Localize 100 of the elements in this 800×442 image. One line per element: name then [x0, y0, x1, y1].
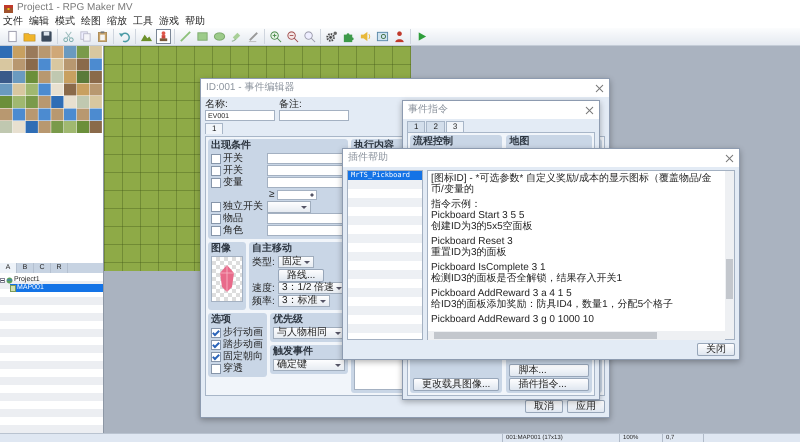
tab[interactable]: 1	[407, 121, 426, 132]
checkbox[interactable]	[211, 352, 221, 362]
help-text-line: Pickboard Start 3 5 5	[431, 210, 524, 221]
checkbox-label: 踏步动画	[223, 339, 263, 350]
group-title: 选项	[211, 314, 232, 326]
field-label: 备注:	[279, 99, 303, 110]
checkbox[interactable]	[211, 226, 221, 236]
tab[interactable]: 3	[446, 121, 464, 132]
menu-item[interactable]: 模式	[55, 16, 75, 28]
menu-item[interactable]: 编辑	[29, 16, 49, 28]
help-text-line: 创建ID为3的5x5空面板	[431, 221, 534, 232]
condition-dropdown[interactable]	[267, 200, 311, 212]
command-button[interactable]: 脚本...	[509, 364, 589, 377]
checkbox-label: 开关	[223, 165, 244, 176]
checkbox-label: 独立开关	[223, 201, 264, 212]
zoom-out-icon[interactable]	[285, 29, 300, 44]
help-text-line: [图标ID] - *可选参数* 自定义奖励/成本的显示图标（覆盖物品/金币/变量的	[431, 173, 713, 195]
help-text-line: Pickboard Reset 3	[431, 236, 514, 247]
checkbox[interactable]	[211, 340, 221, 350]
condition-field[interactable]	[267, 225, 345, 236]
checkbox[interactable]	[211, 154, 221, 164]
group-title: 自主移动	[252, 243, 292, 255]
map-page-icon	[10, 284, 16, 292]
condition-field[interactable]	[267, 165, 345, 176]
checkbox[interactable]	[211, 166, 221, 176]
menu-item[interactable]: 帮助	[185, 16, 205, 28]
group-title: 优先级	[273, 314, 304, 326]
app-icon	[3, 2, 14, 14]
menu-item[interactable]: 绘图	[81, 16, 101, 28]
checkbox[interactable]	[211, 214, 221, 224]
menu-item[interactable]: 工具	[133, 16, 153, 28]
tileset-drawing[interactable]	[0, 46, 103, 134]
copy-icon[interactable]	[78, 29, 93, 44]
menu-item[interactable]: 缩放	[107, 16, 127, 28]
collapse-toggle[interactable]	[0, 278, 5, 282]
app-title: Project1 - RPG Maker MV	[17, 2, 133, 14]
checkbox[interactable]	[211, 364, 221, 374]
help-text-line: Pickboard AddReward 3 g 0 1000 10	[431, 314, 595, 325]
window-title: 事件指令	[408, 104, 448, 116]
scissors-icon[interactable]	[61, 29, 76, 44]
condition-field[interactable]	[267, 153, 345, 164]
help-text-line: 给ID3的面板添加奖励：防具ID4，数量1，分配5个格子	[431, 299, 674, 310]
condition-field[interactable]	[267, 213, 345, 224]
field-label: 频率:	[252, 296, 276, 306]
magnifier-icon[interactable]	[302, 29, 317, 44]
help-text-line: 检测ID3的面板是否全解锁，结果存入开关1	[431, 273, 624, 284]
close-icon[interactable]	[595, 84, 604, 92]
checkbox-label: 开关	[223, 153, 244, 164]
checkbox[interactable]	[211, 328, 221, 338]
checkbox[interactable]	[211, 202, 221, 212]
tab[interactable]: 2	[426, 121, 445, 132]
dialog-button[interactable]: 应用	[567, 400, 605, 413]
help-text-line: 重置ID为3的面板	[431, 247, 508, 258]
group-title: 触发事件	[273, 346, 314, 358]
window-title: 插件帮助	[348, 152, 388, 164]
pencil-icon[interactable]	[178, 29, 193, 44]
help-text-line: Pickboard IsComplete 3 1	[431, 262, 547, 273]
frequency-dropdown[interactable]: 3：标准	[278, 295, 330, 307]
picture-magnifier-icon[interactable]	[375, 29, 390, 44]
clipboard-icon[interactable]	[95, 29, 110, 44]
checkbox-label: 物品	[223, 213, 244, 224]
group-title: 图像	[211, 243, 232, 255]
window-title: ID:001 - 事件编辑器	[206, 82, 294, 94]
menu-item[interactable]: 文件	[3, 16, 23, 28]
checkbox[interactable]	[211, 178, 221, 188]
checkbox-label: 固定朝向	[223, 351, 263, 362]
command-button[interactable]: 插件指令...	[509, 378, 589, 391]
checkbox-label: 变量	[223, 177, 244, 188]
route-button[interactable]: 路线...	[278, 268, 324, 282]
trigger-dropdown[interactable]: 确定键	[273, 359, 345, 371]
value-spinner[interactable]	[276, 190, 316, 200]
field-label: 名称:	[205, 99, 229, 110]
group-title: 流程控制	[413, 136, 454, 148]
checkbox-label: 穿透	[223, 363, 243, 374]
group-title: 地图	[509, 136, 530, 148]
close-button[interactable]: 关闭	[697, 343, 735, 356]
tab[interactable]: 1	[205, 123, 224, 134]
comparison-symbol: ≥	[269, 189, 274, 200]
command-button[interactable]: 更改载具图像...	[413, 378, 500, 391]
field-label: 速度:	[252, 282, 276, 294]
gear-icon[interactable]	[324, 29, 339, 44]
priority-dropdown[interactable]: 与人物相同	[273, 327, 345, 339]
close-icon[interactable]	[725, 154, 734, 162]
help-text-line: Pickboard AddReward 3 a 4 1 5	[431, 288, 573, 299]
crystal-sprite-image[interactable]	[211, 256, 243, 302]
checkbox-label: 角色	[223, 225, 244, 236]
figure-on-block-icon[interactable]	[156, 29, 171, 44]
dialog-button[interactable]: 取消	[525, 400, 563, 413]
globe-icon	[6, 276, 13, 284]
help-text-line: 指令示例：	[431, 199, 482, 210]
condition-field[interactable]	[267, 177, 345, 188]
note-field[interactable]	[279, 110, 349, 121]
field-label: 类型:	[252, 256, 276, 268]
horizontal-scrollbar[interactable]	[428, 331, 725, 340]
group-title: 出现条件	[211, 140, 252, 152]
checkbox-label: 步行动画	[223, 327, 263, 338]
zoom-in-icon[interactable]	[268, 29, 283, 44]
type-dropdown[interactable]: 固定	[278, 256, 314, 268]
close-icon[interactable]	[585, 106, 594, 114]
menu-item[interactable]: 游戏	[159, 16, 179, 28]
